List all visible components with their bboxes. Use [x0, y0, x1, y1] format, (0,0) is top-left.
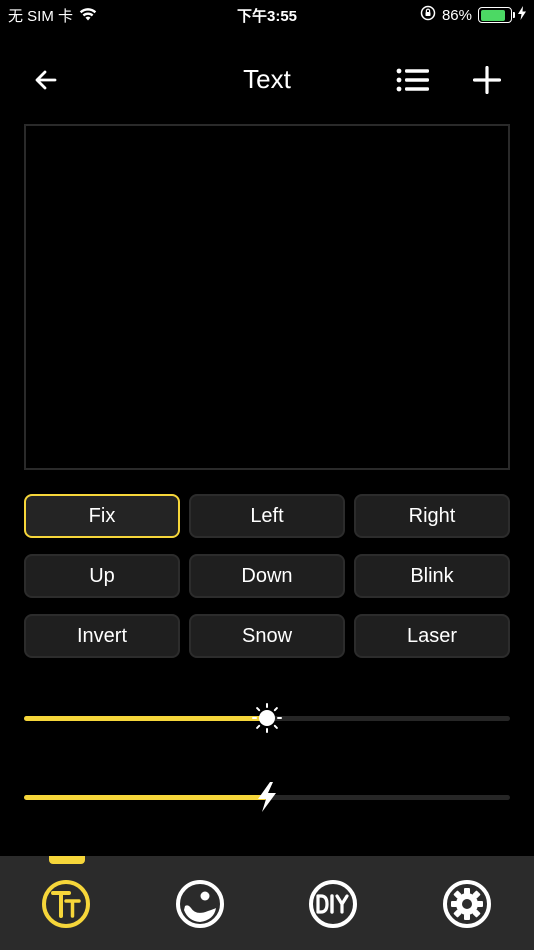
effect-button-down[interactable]: Down: [189, 554, 345, 598]
tab-text[interactable]: [40, 878, 92, 930]
brightness-thumb[interactable]: [252, 703, 282, 733]
effect-button-right[interactable]: Right: [354, 494, 510, 538]
effect-button-blink[interactable]: Blink: [354, 554, 510, 598]
active-tab-indicator: [49, 856, 85, 864]
brightness-fill: [24, 716, 267, 721]
list-icon: [396, 68, 429, 92]
effect-button-snow[interactable]: Snow: [189, 614, 345, 658]
speed-fill: [24, 795, 267, 800]
plus-icon: [473, 66, 501, 94]
effect-button-invert[interactable]: Invert: [24, 614, 180, 658]
effect-button-left[interactable]: Left: [189, 494, 345, 538]
tab-image[interactable]: [174, 878, 226, 930]
text-tab-icon: [42, 880, 90, 928]
orientation-lock-icon: [420, 5, 436, 25]
effect-button-laser[interactable]: Laser: [354, 614, 510, 658]
charging-bolt-icon: [518, 6, 526, 24]
tab-bar: [0, 856, 534, 950]
image-tab-icon: [176, 880, 224, 928]
tab-diy[interactable]: [307, 878, 359, 930]
status-bar: 无 SIM 卡 下午3:55 86%: [0, 0, 534, 28]
battery-icon: [478, 7, 515, 23]
effect-grid: Fix Left Right Up Down Blink Invert Snow…: [24, 494, 510, 658]
effect-button-up[interactable]: Up: [24, 554, 180, 598]
diy-tab-icon: [309, 880, 357, 928]
speed-thumb[interactable]: [252, 782, 282, 812]
status-right: 86%: [420, 5, 526, 25]
battery-level: [480, 9, 506, 21]
list-button[interactable]: [393, 62, 433, 98]
lightning-icon: [258, 782, 276, 812]
page-title: Text: [243, 64, 291, 94]
effect-button-fix[interactable]: Fix: [24, 494, 180, 538]
battery-percent: 86%: [441, 6, 472, 24]
add-button[interactable]: [467, 62, 507, 98]
speed-slider[interactable]: [24, 782, 510, 812]
tab-settings[interactable]: [441, 878, 493, 930]
led-preview[interactable]: [24, 124, 510, 470]
settings-tab-icon: [443, 880, 491, 928]
nav-bar: Text: [0, 50, 534, 110]
brightness-slider[interactable]: [24, 703, 510, 733]
sun-icon: [252, 703, 282, 733]
